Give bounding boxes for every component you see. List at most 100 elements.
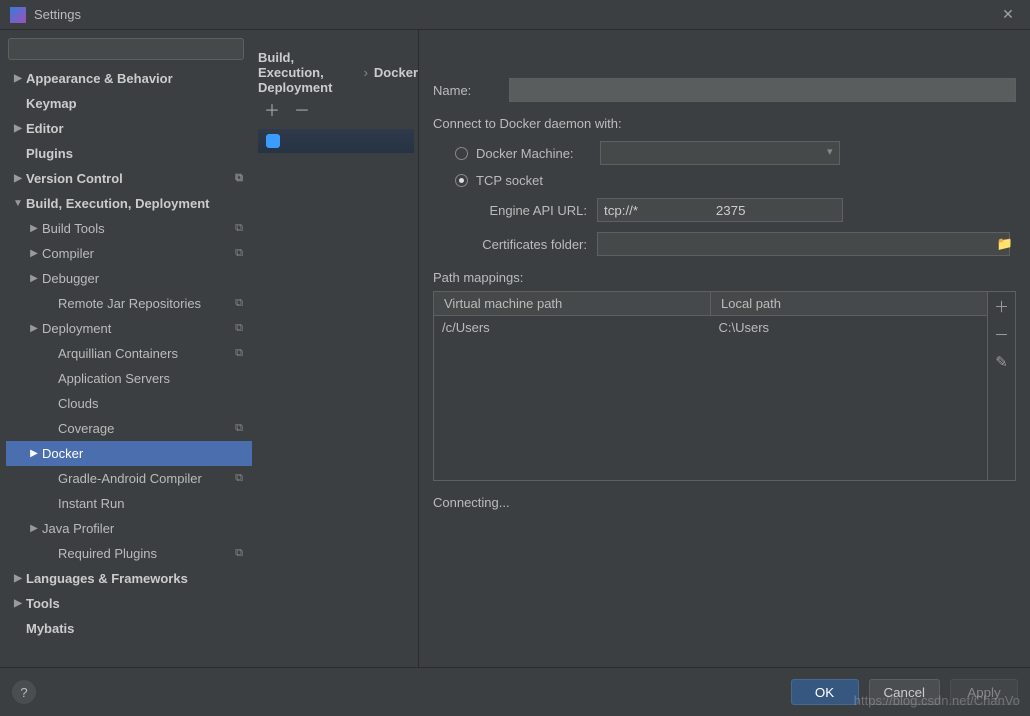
sidebar-item-keymap[interactable]: Keymap (6, 91, 252, 116)
sidebar-item-label: Appearance & Behavior (26, 71, 246, 86)
sidebar-item-coverage[interactable]: Coverage⧉ (6, 416, 252, 441)
apply-button[interactable]: Apply (950, 679, 1018, 705)
sidebar-item-label: Deployment (42, 321, 232, 336)
search-input[interactable] (8, 38, 244, 60)
close-icon[interactable]: ✕ (996, 3, 1020, 27)
sidebar-item-label: Application Servers (58, 371, 246, 386)
chevron-right-icon: ▶ (10, 173, 26, 184)
sidebar-item-gradle-android-compiler[interactable]: Gradle-Android Compiler⧉ (6, 466, 252, 491)
chevron-right-icon: ▶ (26, 323, 42, 334)
sidebar-item-label: Java Profiler (42, 521, 246, 536)
chevron-down-icon: ▼ (10, 198, 26, 209)
sidebar-item-docker[interactable]: ▶Docker (6, 441, 252, 466)
chevron-right-icon: ▶ (10, 123, 26, 134)
cell-local: C:\Users (711, 316, 988, 340)
add-button[interactable]: ＋ (264, 97, 280, 121)
table-side-toolbar: ＋ － ✎ (987, 292, 1015, 480)
sidebar-item-editor[interactable]: ▶Editor (6, 116, 252, 141)
sidebar-item-java-profiler[interactable]: ▶Java Profiler (6, 516, 252, 541)
breadcrumb-current: Docker (374, 65, 418, 80)
sidebar-item-label: Languages & Frameworks (26, 571, 246, 586)
breadcrumb: Build, Execution, Deployment › Docker (258, 38, 418, 95)
cert-folder-input[interactable] (597, 232, 1010, 256)
docker-list-column: Build, Execution, Deployment › Docker ＋ … (258, 30, 418, 667)
titlebar: Settings ✕ (0, 0, 1030, 30)
sidebar-item-clouds[interactable]: Clouds (6, 391, 252, 416)
sidebar-item-label: Plugins (26, 146, 246, 161)
sidebar-item-label: Mybatis (26, 621, 246, 636)
settings-tree: ▶Appearance & BehaviorKeymap▶EditorPlugi… (6, 66, 252, 661)
main-panel: Name: Connect to Docker daemon with: Doc… (418, 30, 1030, 667)
sidebar-item-label: Tools (26, 596, 246, 611)
sidebar-item-plugins[interactable]: Plugins (6, 141, 252, 166)
table-row[interactable]: /c/Users C:\Users (434, 316, 987, 340)
scope-badge-icon: ⧉ (232, 347, 246, 361)
radio-icon (455, 147, 468, 160)
col-vm-path: Virtual machine path (434, 292, 711, 315)
sidebar-item-compiler[interactable]: ▶Compiler⧉ (6, 241, 252, 266)
scope-badge-icon: ⧉ (232, 547, 246, 561)
sidebar-item-build-execution-deployment[interactable]: ▼Build, Execution, Deployment (6, 191, 252, 216)
sidebar-item-remote-jar-repositories[interactable]: Remote Jar Repositories⧉ (6, 291, 252, 316)
sidebar-item-appearance-behavior[interactable]: ▶Appearance & Behavior (6, 66, 252, 91)
remove-mapping-button[interactable]: － (988, 320, 1015, 348)
help-button[interactable]: ? (12, 680, 36, 704)
scope-badge-icon: ⧉ (232, 472, 246, 486)
sidebar-item-label: Version Control (26, 171, 232, 186)
cert-folder-label: Certificates folder: (477, 237, 587, 252)
sidebar-item-required-plugins[interactable]: Required Plugins⧉ (6, 541, 252, 566)
sidebar-item-arquillian-containers[interactable]: Arquillian Containers⧉ (6, 341, 252, 366)
chevron-right-icon: ▶ (26, 223, 42, 234)
cancel-button[interactable]: Cancel (869, 679, 941, 705)
radio-label: TCP socket (476, 173, 543, 188)
sidebar-item-application-servers[interactable]: Application Servers (6, 366, 252, 391)
chevron-right-icon: ▶ (10, 598, 26, 609)
status-text: Connecting... (433, 495, 1016, 510)
docker-connection-item[interactable] (258, 129, 414, 153)
table-header: Virtual machine path Local path (434, 292, 987, 316)
sidebar-item-debugger[interactable]: ▶Debugger (6, 266, 252, 291)
chevron-right-icon: ▶ (26, 273, 42, 284)
name-row: Name: (433, 78, 1016, 102)
browse-folder-icon[interactable]: 📁 (994, 233, 1016, 255)
engine-url-input[interactable] (597, 198, 843, 222)
sidebar-item-mybatis[interactable]: Mybatis (6, 616, 252, 641)
path-mappings-label: Path mappings: (433, 270, 1016, 285)
docker-machine-combo[interactable] (600, 141, 840, 165)
sidebar: 🔍 ▶Appearance & BehaviorKeymap▶EditorPlu… (0, 30, 258, 667)
sidebar-item-tools[interactable]: ▶Tools (6, 591, 252, 616)
sidebar-item-deployment[interactable]: ▶Deployment⧉ (6, 316, 252, 341)
sidebar-item-label: Compiler (42, 246, 232, 261)
cell-vm: /c/Users (434, 316, 711, 340)
sidebar-item-build-tools[interactable]: ▶Build Tools⧉ (6, 216, 252, 241)
breadcrumb-section: Build, Execution, Deployment (258, 50, 358, 95)
footer: ? OK Cancel Apply (0, 667, 1030, 716)
radio-tcp-socket[interactable]: TCP socket (455, 173, 1016, 188)
sidebar-item-label: Debugger (42, 271, 246, 286)
app-icon (10, 7, 26, 23)
breadcrumb-separator-icon: › (364, 65, 368, 80)
engine-url-row: Engine API URL: (477, 198, 1016, 222)
sidebar-item-label: Coverage (58, 421, 232, 436)
sidebar-item-label: Required Plugins (58, 546, 232, 561)
radio-docker-machine[interactable]: Docker Machine: (455, 141, 1016, 165)
chevron-right-icon: ▶ (10, 573, 26, 584)
sidebar-item-label: Build Tools (42, 221, 232, 236)
name-input[interactable] (509, 78, 1016, 102)
add-mapping-button[interactable]: ＋ (988, 292, 1015, 320)
search-wrap: 🔍 (6, 36, 252, 66)
remove-button[interactable]: － (294, 97, 310, 121)
sidebar-item-label: Editor (26, 121, 246, 136)
window-title: Settings (34, 7, 996, 22)
ok-button[interactable]: OK (791, 679, 859, 705)
sidebar-item-label: Clouds (58, 396, 246, 411)
sidebar-item-label: Gradle-Android Compiler (58, 471, 232, 486)
sidebar-item-languages-frameworks[interactable]: ▶Languages & Frameworks (6, 566, 252, 591)
chevron-right-icon: ▶ (10, 73, 26, 84)
sidebar-item-instant-run[interactable]: Instant Run (6, 491, 252, 516)
edit-mapping-button[interactable]: ✎ (988, 348, 1015, 376)
scope-badge-icon: ⧉ (232, 172, 246, 186)
connect-label: Connect to Docker daemon with: (433, 116, 1016, 131)
sidebar-item-version-control[interactable]: ▶Version Control⧉ (6, 166, 252, 191)
col-local-path: Local path (711, 292, 987, 315)
